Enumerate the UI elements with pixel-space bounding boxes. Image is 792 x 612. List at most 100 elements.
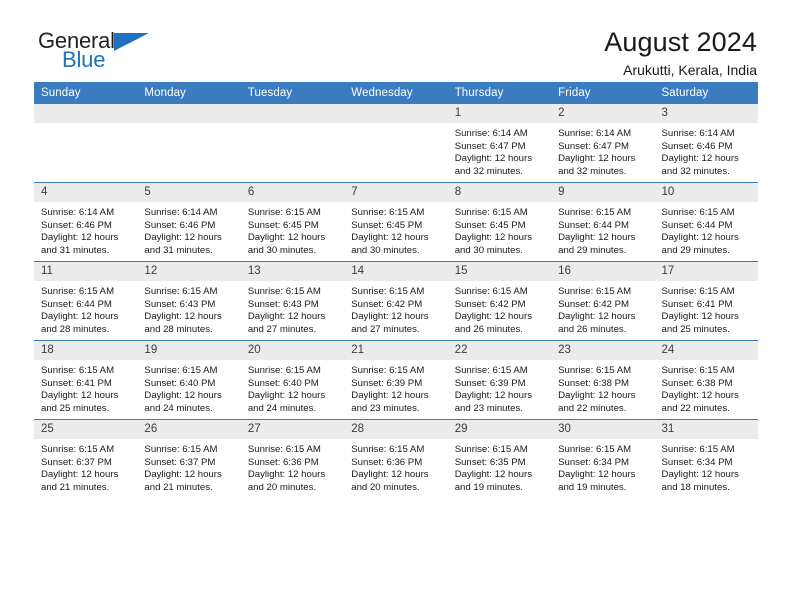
- calendar-day-cell[interactable]: 7 Sunrise: 6:15 AM Sunset: 6:45 PM Daylight…: [344, 182, 448, 262]
- day-details: Sunrise: 6:14 AM Sunset: 6:47 PM Daylight:…: [448, 123, 551, 178]
- daylight-text-line1: Daylight: 12 hours: [454, 469, 533, 481]
- page-subtitle: Arukutti, Kerala, India: [623, 62, 757, 79]
- calendar-day-cell[interactable]: 8 Sunrise: 6:15 AM Sunset: 6:45 PM Daylight…: [447, 182, 552, 262]
- sunset-text: Sunset: 6:41 PM: [41, 377, 112, 389]
- day-number: 22: [447, 341, 552, 360]
- calendar-day-cell[interactable]: 17 Sunrise: 6:15 AM Sunset: 6:41 PM Dayligh…: [654, 261, 758, 341]
- calendar-day-cell[interactable]: 12 Sunrise: 6:15 AM Sunset: 6:43 PM Dayligh…: [137, 261, 241, 341]
- day-details: Sunrise: 6:15 AM Sunset: 6:36 PM Daylight:…: [241, 439, 344, 494]
- weekday-header-saturday: Saturday: [654, 82, 758, 104]
- daylight-text-line1: Daylight: 12 hours: [558, 232, 636, 244]
- day-details: Sunrise: 6:15 AM Sunset: 6:44 PM Daylight:…: [34, 281, 137, 336]
- day-number: [344, 104, 448, 123]
- day-details: Sunrise: 6:15 AM Sunset: 6:37 PM Daylight:…: [34, 439, 137, 494]
- day-number: 1: [447, 104, 552, 123]
- day-details: Sunrise: 6:15 AM Sunset: 6:44 PM Daylight:…: [655, 202, 758, 257]
- calendar-day-cell[interactable]: 6 Sunrise: 6:15 AM Sunset: 6:45 PM Daylight…: [240, 182, 345, 262]
- calendar-day-cell[interactable]: 15 Sunrise: 6:15 AM Sunset: 6:42 PM Dayligh…: [447, 261, 552, 341]
- sunrise-text: Sunrise: 6:15 AM: [661, 444, 735, 455]
- day-details: Sunrise: 6:14 AM Sunset: 6:46 PM Daylight:…: [34, 202, 137, 257]
- calendar-day-cell[interactable]: 21 Sunrise: 6:15 AM Sunset: 6:39 PM Dayligh…: [344, 340, 448, 420]
- sunset-text: Sunset: 6:46 PM: [41, 219, 112, 231]
- sunrise-text: Sunrise: 6:15 AM: [558, 365, 632, 376]
- triangle-icon: [114, 33, 149, 51]
- calendar-day-cell[interactable]: 9 Sunrise: 6:15 AM Sunset: 6:44 PM Daylight…: [551, 182, 655, 262]
- day-number: 10: [654, 183, 758, 202]
- day-number: 20: [240, 341, 345, 360]
- calendar-day-cell[interactable]: 14 Sunrise: 6:15 AM Sunset: 6:42 PM Dayligh…: [344, 261, 448, 341]
- calendar-day-cell[interactable]: 18 Sunrise: 6:15 AM Sunset: 6:41 PM Dayligh…: [34, 340, 138, 420]
- calendar-day-cell[interactable]: 11 Sunrise: 6:15 AM Sunset: 6:44 PM Dayligh…: [34, 261, 138, 341]
- calendar-week-row: 18 Sunrise: 6:15 AM Sunset: 6:41 PM Dayligh…: [34, 340, 758, 420]
- daylight-text-line2: and 24 minutes.: [247, 402, 317, 414]
- sunset-text: Sunset: 6:39 PM: [454, 377, 526, 389]
- calendar-day-cell[interactable]: 22 Sunrise: 6:15 AM Sunset: 6:39 PM Dayligh…: [447, 340, 552, 420]
- page-header: General Blue August 2024 Arukutti, Keral…: [34, 0, 758, 79]
- day-details: Sunrise: 6:15 AM Sunset: 6:36 PM Daylight:…: [344, 439, 447, 494]
- sunset-text: Sunset: 6:41 PM: [661, 298, 733, 310]
- daylight-text-line1: Daylight: 12 hours: [661, 232, 739, 244]
- sunrise-text: Sunrise: 6:15 AM: [41, 365, 115, 376]
- day-number: 27: [240, 420, 345, 439]
- sunrise-text: Sunrise: 6:15 AM: [351, 365, 425, 376]
- calendar-week-row: 11 Sunrise: 6:15 AM Sunset: 6:44 PM Dayligh…: [34, 261, 758, 341]
- brand-logo[interactable]: General Blue: [34, 28, 164, 76]
- calendar-day-cell[interactable]: 27 Sunrise: 6:15 AM Sunset: 6:36 PM Dayligh…: [240, 419, 345, 498]
- calendar-day-cell[interactable]: 19 Sunrise: 6:15 AM Sunset: 6:40 PM Dayligh…: [137, 340, 241, 420]
- daylight-text-line1: Daylight: 12 hours: [351, 390, 429, 402]
- calendar-day-cell[interactable]: 1 Sunrise: 6:14 AM Sunset: 6:47 PM Daylight…: [447, 104, 552, 183]
- calendar-day-cell[interactable]: 24 Sunrise: 6:15 AM Sunset: 6:38 PM Dayligh…: [654, 340, 758, 420]
- calendar-day-cell[interactable]: 16 Sunrise: 6:15 AM Sunset: 6:42 PM Dayligh…: [551, 261, 655, 341]
- calendar-day-cell[interactable]: 4 Sunrise: 6:14 AM Sunset: 6:46 PM Daylight…: [34, 182, 138, 262]
- day-number: 29: [447, 420, 552, 439]
- daylight-text-line2: and 22 minutes.: [661, 402, 730, 414]
- sunset-text: Sunset: 6:44 PM: [661, 219, 733, 231]
- sunrise-text: Sunrise: 6:15 AM: [247, 286, 321, 297]
- calendar-day-cell[interactable]: 29 Sunrise: 6:15 AM Sunset: 6:35 PM Dayligh…: [447, 419, 552, 498]
- day-number: 31: [654, 420, 758, 439]
- daylight-text-line2: and 29 minutes.: [661, 244, 730, 256]
- calendar-day-cell[interactable]: 30 Sunrise: 6:15 AM Sunset: 6:34 PM Dayligh…: [551, 419, 655, 498]
- daylight-text-line2: and 30 minutes.: [454, 244, 523, 256]
- day-number: 7: [344, 183, 448, 202]
- daylight-text-line2: and 26 minutes.: [454, 323, 523, 335]
- calendar-day-cell[interactable]: 20 Sunrise: 6:15 AM Sunset: 6:40 PM Dayligh…: [240, 340, 345, 420]
- calendar-day-cell[interactable]: 10 Sunrise: 6:15 AM Sunset: 6:44 PM Dayligh…: [654, 182, 758, 262]
- calendar-day-cell[interactable]: 3 Sunrise: 6:14 AM Sunset: 6:46 PM Daylight…: [654, 104, 758, 183]
- daylight-text-line2: and 19 minutes.: [454, 481, 523, 493]
- day-number: 3: [654, 104, 758, 123]
- calendar-day-cell[interactable]: 28 Sunrise: 6:15 AM Sunset: 6:36 PM Dayligh…: [344, 419, 448, 498]
- day-number: 30: [551, 420, 655, 439]
- weekday-header-thursday: Thursday: [447, 82, 552, 104]
- day-number: 28: [344, 420, 448, 439]
- calendar-table: Sunday Monday Tuesday Wednesday Thursday…: [34, 82, 758, 498]
- calendar-week-row: 25 Sunrise: 6:15 AM Sunset: 6:37 PM Dayligh…: [34, 419, 758, 498]
- calendar-day-cell[interactable]: 5 Sunrise: 6:14 AM Sunset: 6:46 PM Daylight…: [137, 182, 241, 262]
- title-block: August 2024 Arukutti, Kerala, India: [604, 28, 758, 79]
- daylight-text-line1: Daylight: 12 hours: [454, 153, 533, 165]
- day-number: 13: [240, 262, 345, 281]
- day-details: Sunrise: 6:15 AM Sunset: 6:40 PM Daylight:…: [241, 360, 344, 415]
- day-number: 4: [34, 183, 138, 202]
- daylight-text-line2: and 20 minutes.: [351, 481, 420, 493]
- weekday-header-friday: Friday: [551, 82, 655, 104]
- page-title: August 2024: [604, 27, 757, 57]
- daylight-text-line2: and 21 minutes.: [144, 481, 213, 493]
- daylight-text-line2: and 32 minutes.: [454, 165, 523, 177]
- calendar-day-cell[interactable]: 31 Sunrise: 6:15 AM Sunset: 6:34 PM Dayligh…: [654, 419, 758, 498]
- day-details: Sunrise: 6:15 AM Sunset: 6:42 PM Daylight:…: [448, 281, 551, 336]
- calendar-day-cell[interactable]: 26 Sunrise: 6:15 AM Sunset: 6:37 PM Dayligh…: [137, 419, 241, 498]
- calendar-day-cell[interactable]: 2 Sunrise: 6:14 AM Sunset: 6:47 PM Daylight…: [551, 104, 655, 183]
- sunrise-text: Sunrise: 6:14 AM: [144, 207, 218, 218]
- calendar-day-cell[interactable]: 13 Sunrise: 6:15 AM Sunset: 6:43 PM Dayligh…: [240, 261, 345, 341]
- sunset-text: Sunset: 6:37 PM: [144, 456, 216, 468]
- day-details: Sunrise: 6:15 AM Sunset: 6:35 PM Daylight:…: [448, 439, 551, 494]
- sunrise-text: Sunrise: 6:15 AM: [661, 365, 735, 376]
- daylight-text-line1: Daylight: 12 hours: [661, 390, 739, 402]
- sunrise-text: Sunrise: 6:15 AM: [144, 365, 218, 376]
- daylight-text-line2: and 29 minutes.: [558, 244, 627, 256]
- calendar-day-cell[interactable]: 25 Sunrise: 6:15 AM Sunset: 6:37 PM Dayligh…: [34, 419, 138, 498]
- day-details: Sunrise: 6:14 AM Sunset: 6:46 PM Daylight:…: [655, 123, 758, 178]
- calendar-day-cell[interactable]: 23 Sunrise: 6:15 AM Sunset: 6:38 PM Dayligh…: [551, 340, 655, 420]
- sunrise-text: Sunrise: 6:15 AM: [247, 207, 321, 218]
